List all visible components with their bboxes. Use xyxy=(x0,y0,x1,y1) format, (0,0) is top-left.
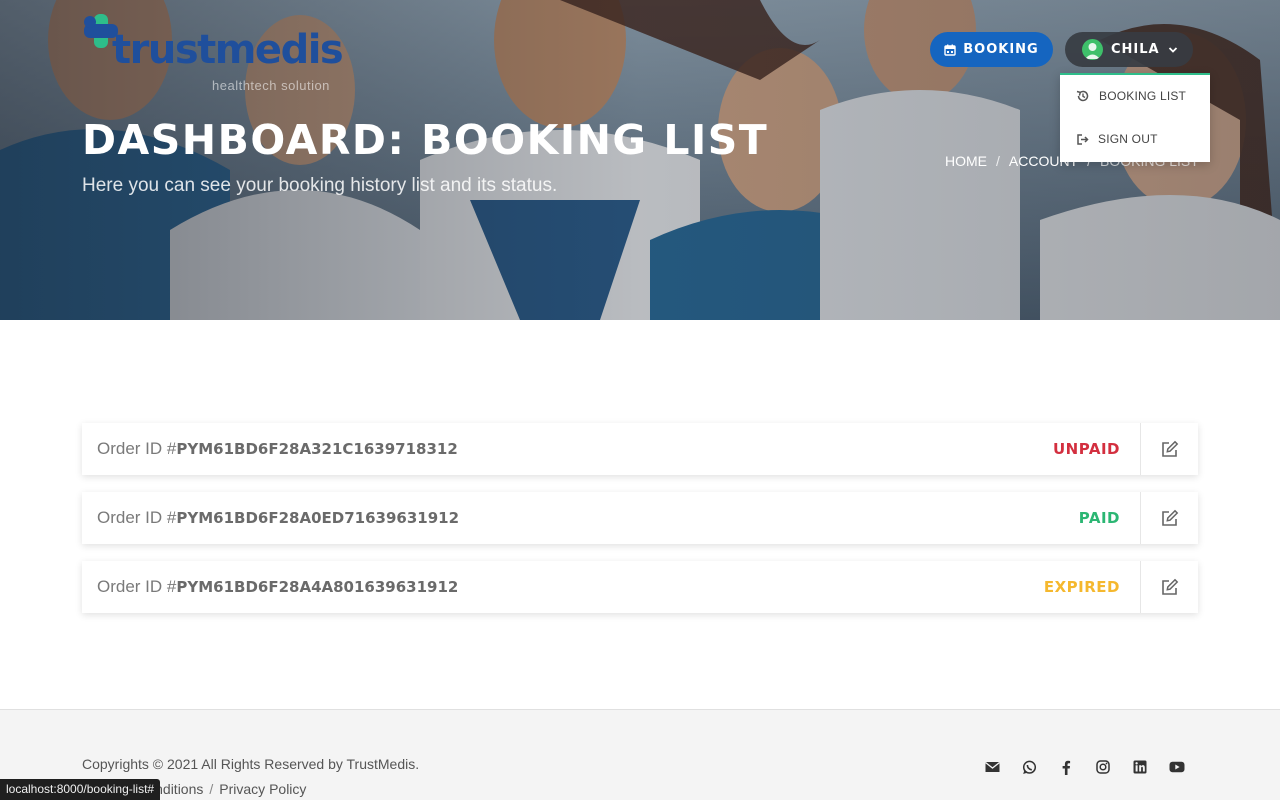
edit-order-button[interactable] xyxy=(1141,423,1198,475)
menu-item-label: SIGN OUT xyxy=(1098,132,1158,146)
edit-order-button[interactable] xyxy=(1141,561,1198,613)
booking-button[interactable]: BOOKING xyxy=(930,32,1053,67)
edit-icon xyxy=(1161,509,1178,526)
menu-item-label: BOOKING LIST xyxy=(1099,89,1187,103)
youtube-icon xyxy=(1169,761,1185,773)
calendar-icon xyxy=(944,44,956,56)
whatsapp-icon xyxy=(1022,760,1036,774)
youtube-link[interactable] xyxy=(1169,759,1185,775)
breadcrumb-home[interactable]: HOME xyxy=(945,153,987,169)
privacy-policy-link[interactable]: Privacy Policy xyxy=(219,781,306,797)
breadcrumb-separator: / xyxy=(996,153,1000,169)
edit-icon xyxy=(1161,578,1178,595)
user-avatar-icon xyxy=(1085,43,1100,59)
social-links xyxy=(984,759,1185,775)
edit-icon xyxy=(1161,440,1178,457)
history-icon xyxy=(1076,90,1089,102)
user-menu-button[interactable]: CHILA xyxy=(1065,32,1193,67)
status-badge: PAID xyxy=(1078,509,1120,527)
logo-wordmark: trustmedis xyxy=(112,27,344,73)
user-dropdown-menu: BOOKING LIST SIGN OUT xyxy=(1060,73,1210,162)
chevron-down-icon xyxy=(1168,46,1177,53)
status-badge: UNPAID xyxy=(1053,440,1120,458)
facebook-link[interactable] xyxy=(1058,759,1074,775)
menu-item-sign-out[interactable]: SIGN OUT xyxy=(1076,132,1158,146)
order-id-prefix: Order ID # xyxy=(97,508,177,527)
page-subtitle: Here you can see your booking history li… xyxy=(82,175,558,196)
linkedin-icon xyxy=(1133,760,1147,774)
facebook-icon xyxy=(1062,760,1071,775)
email-link[interactable] xyxy=(984,759,1000,775)
order-id-value: PYM61BD6F28A0ED71639631912 xyxy=(176,509,460,527)
linkedin-link[interactable] xyxy=(1132,759,1148,775)
order-id: Order ID # PYM61BD6F28A0ED71639631912 xyxy=(97,492,459,544)
footer: Copyrights © 2021 All Rights Reserved by… xyxy=(0,709,1280,800)
order-id: Order ID # PYM61BD6F28A4A801639631912 xyxy=(97,561,458,613)
status-badge: EXPIRED xyxy=(1043,578,1120,596)
avatar xyxy=(1082,39,1103,60)
footer-link-separator: / xyxy=(209,781,214,797)
instagram-link[interactable] xyxy=(1095,759,1111,775)
order-row[interactable]: Order ID # PYM61BD6F28A321C1639718312 UNP… xyxy=(82,423,1198,475)
instagram-icon xyxy=(1096,760,1110,774)
edit-order-button[interactable] xyxy=(1141,492,1198,544)
brand-logo[interactable]: trustmedis healthtech solution xyxy=(82,8,344,98)
browser-status-bar: localhost:8000/booking-list# xyxy=(0,779,161,800)
order-id-prefix: Order ID # xyxy=(97,439,177,458)
booking-button-label: BOOKING xyxy=(963,42,1039,57)
order-id-value: PYM61BD6F28A321C1639718312 xyxy=(176,440,458,458)
copyright-text: Copyrights © 2021 All Rights Reserved by… xyxy=(82,756,420,772)
email-icon xyxy=(984,761,1000,772)
order-id: Order ID # PYM61BD6F28A321C1639718312 xyxy=(97,423,458,475)
menu-item-booking-list[interactable]: BOOKING LIST xyxy=(1076,89,1186,103)
order-row[interactable]: Order ID # PYM61BD6F28A0ED71639631912 PAI… xyxy=(82,492,1198,544)
whatsapp-link[interactable] xyxy=(1021,759,1037,775)
logo-tagline: healthtech solution xyxy=(212,78,330,93)
order-row[interactable]: Order ID # PYM61BD6F28A4A801639631912 EXP… xyxy=(82,561,1198,613)
user-name: CHILA xyxy=(1111,42,1160,57)
order-id-prefix: Order ID # xyxy=(97,577,177,596)
page-title: DASHBOARD: BOOKING LIST xyxy=(82,116,769,164)
sign-out-icon xyxy=(1077,133,1089,145)
order-id-value: PYM61BD6F28A4A801639631912 xyxy=(176,578,459,596)
